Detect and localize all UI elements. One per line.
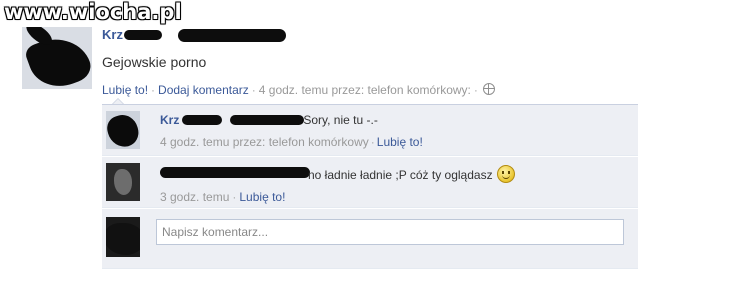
globe-icon	[482, 83, 495, 95]
current-user-avatar	[106, 217, 140, 257]
meta-separator: ·	[151, 83, 156, 97]
comment-author-avatar[interactable]	[106, 111, 140, 149]
meta-separator: ·	[232, 190, 237, 204]
comment-body: no ładnie ładnie ;P cóż ty oglądasz	[308, 165, 515, 183]
avatar-redaction	[106, 223, 140, 255]
smile-icon	[496, 165, 515, 183]
avatar-redaction	[114, 169, 132, 195]
comment-text: no ładnie ładnie ;P cóż ty oglądasz	[308, 168, 493, 182]
meta-separator: ·	[251, 83, 256, 97]
name-redaction	[182, 115, 222, 125]
post-message: Gejowskie porno	[102, 54, 207, 70]
comment-input[interactable]	[156, 219, 624, 245]
comment-author-name[interactable]: Krz	[160, 113, 179, 127]
comment-meta: 4 godz. temu przez: telefon komórkowy · Lu…	[160, 135, 423, 149]
meta-separator: ·	[370, 135, 375, 149]
post-author-avatar[interactable]	[22, 27, 92, 89]
meta-separator: ·	[473, 83, 478, 97]
comment-item: no ładnie ładnie ;P cóż ty oglądasz 3 go…	[102, 157, 638, 208]
post-author-name[interactable]: Krz	[102, 27, 123, 42]
new-comment-row	[102, 209, 638, 269]
comment-meta: 3 godz. temu · Lubię to!	[160, 190, 285, 204]
comment-like-link[interactable]: Lubię to!	[377, 135, 423, 149]
comment-item: Krz Sory, nie tu -.- 4 godz. temu przez: …	[102, 104, 638, 156]
post-meta: Lubię to! · Dodaj komentarz · 4 godz. temu p…	[102, 83, 495, 97]
comment-timestamp: 3 godz. temu	[160, 190, 230, 204]
comments-section: Krz Sory, nie tu -.- 4 godz. temu przez: …	[102, 98, 638, 269]
comment-timestamp: 4 godz. temu przez: telefon komórkowy	[160, 135, 369, 149]
name-redaction	[160, 167, 310, 178]
name-redaction	[178, 29, 286, 42]
avatar-redaction	[106, 111, 140, 149]
comment-like-link[interactable]: Lubię to!	[239, 190, 285, 204]
add-comment-link[interactable]: Dodaj komentarz	[158, 83, 249, 97]
name-redaction	[124, 30, 162, 40]
name-redaction	[230, 115, 304, 125]
like-link[interactable]: Lubię to!	[102, 83, 148, 97]
comment-author-avatar[interactable]	[106, 163, 140, 201]
post-timestamp: 4 godz. temu przez: telefon komórkowy:	[258, 83, 471, 97]
comment-text: Sory, nie tu -.-	[303, 113, 378, 127]
watermark: www.wiocha.pl	[4, 0, 182, 24]
